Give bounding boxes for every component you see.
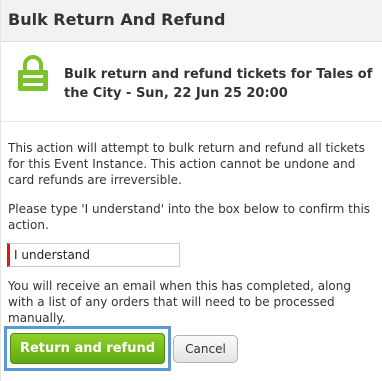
cancel-button[interactable]: Cancel	[173, 335, 238, 363]
dialog-header: Bulk Return And Refund	[1, 0, 382, 42]
warning-text: This action will attempt to bulk return …	[8, 141, 366, 187]
confirm-text-input[interactable]	[7, 243, 180, 267]
return-and-refund-button[interactable]: Return and refund	[10, 333, 165, 364]
bulk-refund-dialog: Bulk Return And Refund Bulk return and r…	[0, 0, 382, 381]
lock-icon	[18, 55, 48, 91]
confirm-instruction: Please type 'I understand' into the box …	[8, 202, 371, 232]
event-description: Bulk return and refund tickets for Tales…	[64, 67, 373, 101]
email-notice: You will receive an email when this has …	[8, 279, 351, 325]
dialog-title: Bulk Return And Refund	[8, 10, 226, 29]
event-banner: Bulk return and refund tickets for Tales…	[1, 42, 382, 122]
